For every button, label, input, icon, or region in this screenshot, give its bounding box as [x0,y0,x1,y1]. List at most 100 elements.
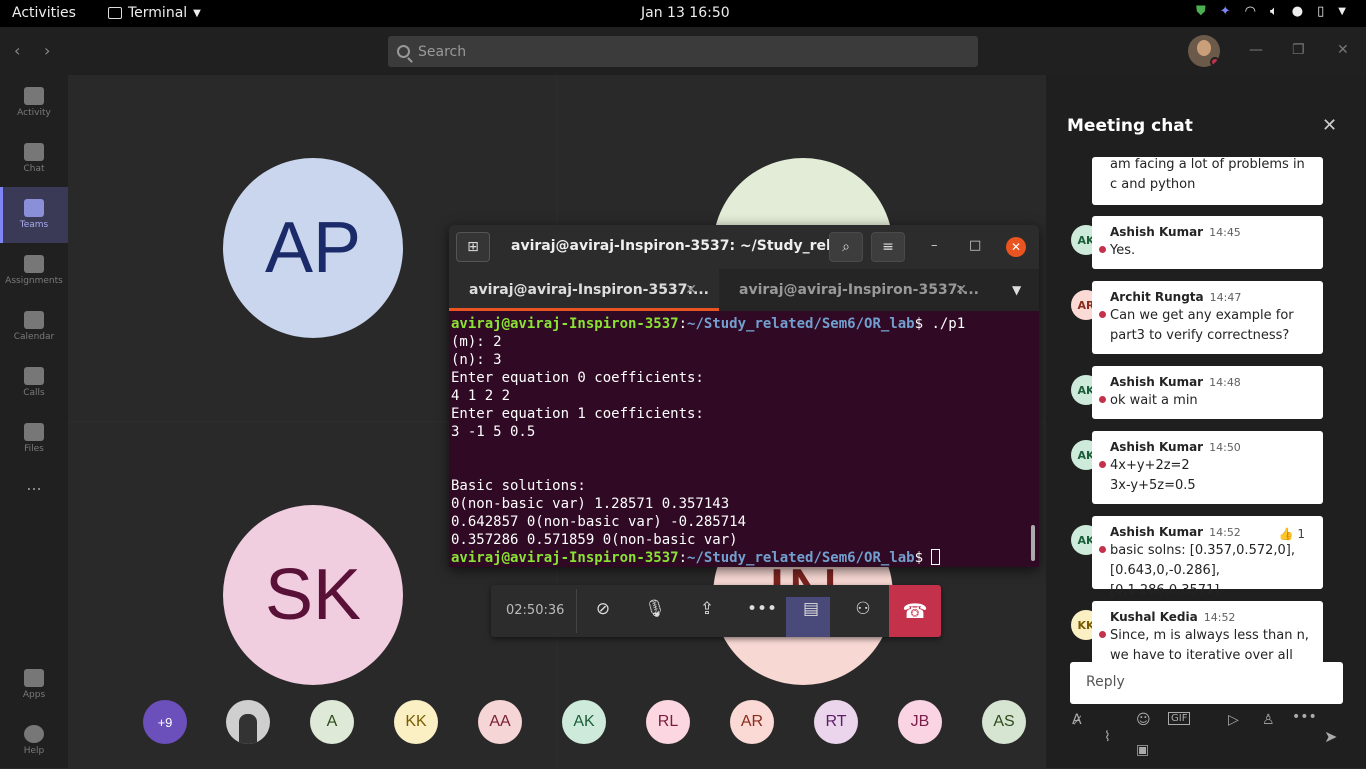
chat-message[interactable]: Kushal Kedia 14:52 Since, m is always les… [1092,601,1323,662]
participant-avatar[interactable]: AS [982,700,1026,744]
power-menu-icon[interactable]: ▼ [1338,6,1346,17]
close-tab-icon[interactable]: ✕ [955,282,967,298]
share-screen-icon[interactable]: ⇪ [695,599,719,621]
new-tab-button[interactable]: ⊞ [456,232,490,262]
participant-avatar[interactable]: A [310,700,354,744]
camera-off-icon[interactable]: ⊘ [591,599,615,621]
message-text: c and python [1110,177,1196,192]
rail-more[interactable]: ... [0,475,68,511]
search-icon: ⌕ [842,239,850,255]
clock[interactable]: Jan 13 16:50 [641,5,730,21]
terminal-window[interactable]: ⊞ aviraj@aviraj-Inspiron-3537: ~/Study_r… [449,225,1039,567]
rail-teams[interactable]: Teams [0,187,68,243]
maximize-icon[interactable]: ❐ [1292,42,1305,58]
tab-label: aviraj@aviraj-Inspiron-3537:... [739,282,980,298]
message-text: Yes. [1110,243,1136,258]
rail-chat[interactable]: Chat [0,131,68,187]
terminal-scrollbar[interactable] [1031,525,1035,561]
chat-message[interactable]: Ashish Kumar 14:48 ok wait a min [1092,366,1323,419]
reply-input[interactable]: Reply [1070,662,1343,704]
tabs-dropdown-icon[interactable]: ▼ [1012,283,1021,297]
rail-calendar[interactable]: Calendar [0,299,68,355]
rail-files[interactable]: Files [0,411,68,467]
participant-avatar-large: SK [223,505,403,685]
volume-icon[interactable]: 🔈︎ [1270,4,1278,19]
shield-icon[interactable]: ⛊ [1196,4,1206,19]
activities-button[interactable]: Activities [12,5,76,21]
terminal-output[interactable]: aviraj@aviraj-Inspiron-3537:~/Study_rela… [449,311,1039,567]
terminal-tab-active[interactable]: aviraj@aviraj-Inspiron-3537:... ✕ [449,269,719,311]
close-icon[interactable]: ✕ [1337,42,1349,58]
rail-apps[interactable]: Apps [0,657,68,713]
file-icon [24,423,44,441]
rail-calls[interactable]: Calls [0,355,68,411]
terminal-menu-button[interactable]: ≡ [871,232,905,262]
chat-message[interactable]: 👍 1 Ashish Kumar 14:52 basic solns: [0.35… [1092,516,1323,598]
more-participants-badge[interactable]: +9 [143,700,187,744]
chat-message[interactable]: Archit Rungta 14:47 Can we get any exampl… [1092,281,1323,354]
microphone-icon[interactable]: ● [1292,4,1303,19]
more-options-icon[interactable]: ••• [1292,709,1317,725]
sticker-icon[interactable]: ▣ [1136,742,1149,758]
unread-dot [1099,311,1106,318]
message-text: 3x-y+5z=0.5 [1110,478,1196,493]
hang-up-button[interactable]: ☎ [889,585,941,637]
maximize-icon[interactable]: □ [969,238,981,253]
participant-avatar[interactable]: RL [646,700,690,744]
chat-message[interactable]: am facing a lot of problems in c and pyt… [1092,157,1323,205]
reaction-like[interactable]: 👍 1 [1279,524,1305,544]
close-chat-icon[interactable]: ✕ [1322,115,1337,136]
meet-now-icon[interactable]: ▷ [1228,712,1239,728]
rail-assignments[interactable]: Assignments [0,243,68,299]
chat-messages[interactable]: am facing a lot of problems in c and pyt… [1046,157,1366,662]
participant-avatar[interactable]: AR [730,700,774,744]
send-icon[interactable]: ➤ [1324,727,1337,746]
format-icon[interactable]: A̷ [1072,712,1082,728]
terminal-search-button[interactable]: ⌕ [829,232,863,262]
mic-off-icon[interactable]: 🎙︎ [643,599,667,621]
minimize-icon[interactable]: — [1249,42,1263,58]
back-arrow-icon[interactable]: ‹ [14,41,20,60]
bell-icon [24,87,44,105]
rail-activity[interactable]: Activity [0,75,68,131]
message-text: Can we get any example for [1110,308,1294,323]
participant-avatar[interactable]: RT [814,700,858,744]
teams-icon [24,199,44,217]
emoji-icon[interactable]: ☺ [1136,712,1151,728]
participant-avatar[interactable]: JB [898,700,942,744]
more-actions-icon[interactable]: ••• [747,599,777,621]
participant-avatar[interactable]: KK [394,700,438,744]
minimize-icon[interactable]: – [931,238,938,253]
terminal-tab[interactable]: aviraj@aviraj-Inspiron-3537:... ✕ [719,269,989,311]
profile-avatar[interactable] [1188,35,1220,67]
message-text: part3 to verify correctness? [1110,328,1290,343]
participant-avatar[interactable]: AK [562,700,606,744]
teams-tray-icon[interactable]: ✦ [1220,4,1231,19]
message-text: ok wait a min [1110,393,1198,408]
terminal-line: aviraj@aviraj-Inspiron-3537:~/Study_rela… [451,549,1037,567]
forward-arrow-icon[interactable]: › [44,41,50,60]
system-top-bar: Activities Terminal ▼ Jan 13 16:50 ⛊ ✦ ◠… [0,0,1366,27]
participants-icon[interactable]: ⚇ [851,599,875,621]
wifi-icon[interactable]: ◠ [1245,4,1256,19]
app-menu[interactable]: Terminal ▼ [108,5,201,21]
rail-help[interactable]: Help [0,713,68,769]
chat-toggle-icon[interactable]: ▤ [799,599,823,621]
chat-message[interactable]: Ashish Kumar 14:45 Yes. [1092,216,1323,269]
participant-photo[interactable] [226,700,270,744]
close-tab-icon[interactable]: ✕ [685,282,697,298]
terminal-header-bar[interactable]: ⊞ aviraj@aviraj-Inspiron-3537: ~/Study_r… [449,225,1039,269]
divider [576,589,577,633]
call-timer: 02:50:36 [506,603,565,618]
attach-icon[interactable]: ⌇ [1104,729,1111,745]
praise-icon[interactable]: ♙ [1262,712,1275,728]
terminal-line: (n): 3 [451,352,502,368]
terminal-close-button[interactable]: ✕ [1006,237,1026,257]
chat-message[interactable]: Ashish Kumar 14:50 4x+y+2z=2 3x-y+5z=0.5 [1092,431,1323,504]
gif-icon[interactable]: GIF [1168,712,1191,725]
unread-dot [1099,546,1106,553]
system-tray[interactable]: ⛊ ✦ ◠ 🔈︎ ● ▯ ▼ [1196,4,1346,19]
battery-icon[interactable]: ▯ [1317,4,1324,19]
search-input[interactable]: Search [388,36,978,67]
participant-avatar[interactable]: AA [478,700,522,744]
